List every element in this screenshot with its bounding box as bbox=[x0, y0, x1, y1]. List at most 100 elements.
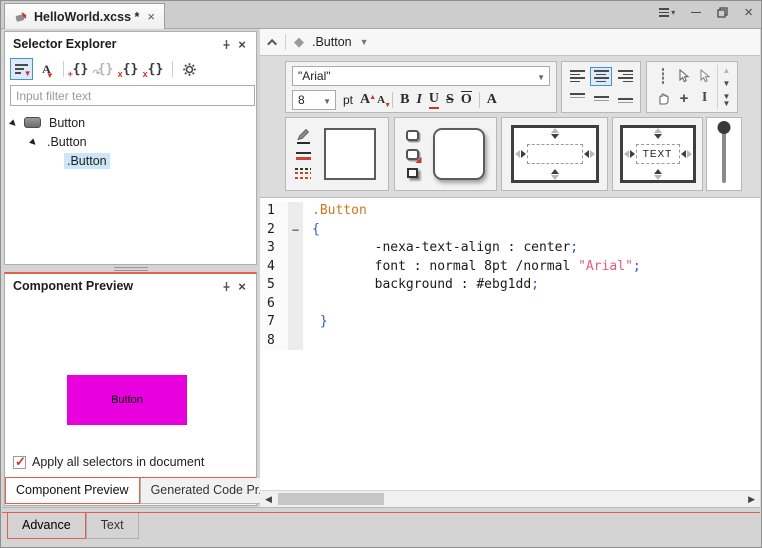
padding-editor-group bbox=[501, 117, 608, 191]
component-preview-header: Component Preview × bbox=[5, 274, 256, 298]
valign-bottom-button[interactable] bbox=[614, 89, 636, 108]
delete-all-selectors-button[interactable]: {}x bbox=[144, 58, 167, 80]
mode-tab[interactable]: Text bbox=[86, 513, 139, 539]
mode-tabs: AdvanceText bbox=[2, 512, 760, 540]
fold-marker[interactable] bbox=[288, 313, 303, 332]
valign-middle-button[interactable] bbox=[590, 89, 612, 108]
slider-knob[interactable] bbox=[718, 121, 731, 134]
rounded-corner-button[interactable] bbox=[406, 130, 419, 141]
edit-border-button[interactable] bbox=[296, 129, 310, 144]
pin-icon[interactable] bbox=[218, 278, 234, 294]
spin-up-icon[interactable]: ▲ bbox=[723, 67, 731, 74]
current-selector-label: .Button bbox=[312, 35, 352, 49]
dashed-lines-button[interactable] bbox=[295, 168, 311, 179]
font-toolbar-group: "Arial" ▼ 8 ▼ pt A▲ A▼ B I U S O A bbox=[285, 61, 557, 113]
scroll-right-icon[interactable]: ▶ bbox=[748, 494, 755, 505]
panel-close-icon[interactable]: × bbox=[234, 36, 250, 52]
bold-button[interactable]: B bbox=[400, 92, 409, 108]
tree-row[interactable]: .Button bbox=[5, 132, 256, 151]
solid-lines-button[interactable] bbox=[296, 152, 311, 160]
text-padding-widget[interactable]: TEXT bbox=[620, 125, 696, 183]
selector-filter-input[interactable] bbox=[10, 85, 255, 106]
panel-close-icon[interactable]: × bbox=[234, 278, 250, 294]
selector-tree[interactable]: Button .Button .Button bbox=[5, 108, 256, 170]
add-selector-button[interactable]: {}+ bbox=[69, 58, 92, 80]
crosshair-plus-icon[interactable]: + bbox=[680, 90, 689, 107]
font-size-value: 8 bbox=[298, 93, 305, 107]
padding-widget[interactable] bbox=[511, 125, 599, 183]
fold-marker[interactable] bbox=[288, 258, 303, 277]
line-number: 4 bbox=[260, 258, 288, 277]
preview-subtab[interactable]: Generated Code Pr... bbox=[140, 478, 280, 504]
strikethrough-button[interactable]: S bbox=[446, 92, 454, 108]
sort-order-button[interactable]: ▼ bbox=[10, 58, 33, 80]
pointer-button[interactable] bbox=[678, 69, 690, 83]
align-left-icon bbox=[570, 70, 585, 82]
panel-splitter[interactable] bbox=[2, 265, 259, 272]
tree-row[interactable]: Button bbox=[5, 113, 256, 132]
preview-button[interactable]: Button bbox=[67, 375, 187, 425]
window-menu-icon[interactable]: ▾ bbox=[659, 8, 675, 17]
pointer-alt-button[interactable] bbox=[699, 69, 711, 83]
alignment-group bbox=[561, 61, 641, 113]
fold-marker[interactable] bbox=[288, 332, 303, 351]
mode-tab[interactable]: Advance bbox=[7, 513, 86, 539]
italic-button[interactable]: I bbox=[416, 92, 421, 108]
minimize-icon[interactable] bbox=[691, 12, 701, 14]
spin-double-down-icon[interactable]: ▼▼ bbox=[723, 93, 731, 107]
code-line: 8 bbox=[260, 332, 760, 351]
apply-selectors-label: Apply all selectors in document bbox=[32, 455, 204, 469]
selector-dropdown-icon[interactable]: ▼ bbox=[360, 37, 369, 47]
document-tab[interactable]: HelloWorld.xcss * × bbox=[4, 3, 165, 29]
fold-marker[interactable] bbox=[288, 295, 303, 314]
font-family-combobox[interactable]: "Arial" ▼ bbox=[292, 66, 550, 86]
pin-icon[interactable] bbox=[218, 36, 234, 52]
increase-font-button[interactable]: A▲ bbox=[360, 92, 370, 108]
align-left-button[interactable] bbox=[566, 67, 588, 86]
sort-alpha-button[interactable]: A▼ bbox=[35, 58, 58, 80]
overline-button[interactable]: O bbox=[461, 91, 472, 108]
spin-down-icon[interactable]: ▼ bbox=[723, 80, 731, 87]
align-right-button[interactable] bbox=[614, 67, 636, 86]
scroll-left-icon[interactable]: ◀ bbox=[265, 494, 272, 505]
tree-expander-icon[interactable] bbox=[31, 138, 39, 146]
corner-preview-box[interactable] bbox=[433, 128, 485, 180]
delete-selector-button[interactable]: {}x bbox=[119, 58, 142, 80]
document-tab-close-icon[interactable]: × bbox=[147, 9, 155, 24]
restore-icon[interactable] bbox=[717, 7, 728, 18]
tree-expander-icon[interactable] bbox=[11, 119, 19, 127]
insert-selector-button[interactable]: {}↷ bbox=[94, 58, 117, 80]
underline-button[interactable]: U bbox=[429, 91, 439, 109]
font-size-combobox[interactable]: 8 ▼ bbox=[292, 90, 336, 110]
code-editor[interactable]: 1 .Button 2 − { 3 -nexa-text-align : cen… bbox=[260, 197, 760, 490]
border-preview-box[interactable] bbox=[324, 128, 376, 180]
fold-marker[interactable] bbox=[288, 202, 303, 221]
code-text: background : #ebg1dd; bbox=[303, 276, 539, 295]
tree-row[interactable]: .Button bbox=[5, 151, 256, 170]
valign-top-button[interactable] bbox=[566, 89, 588, 108]
font-color-button[interactable]: A bbox=[487, 92, 497, 108]
hand-tool-button[interactable] bbox=[656, 91, 670, 105]
fold-marker[interactable] bbox=[288, 276, 303, 295]
app-window: HelloWorld.xcss * × ▾ × Selector Explore… bbox=[0, 0, 762, 548]
slider-track[interactable] bbox=[722, 125, 726, 183]
apply-selectors-checkbox[interactable] bbox=[13, 456, 26, 469]
line-number: 2 bbox=[260, 221, 288, 240]
marquee-select-button[interactable] bbox=[662, 69, 664, 83]
settings-button[interactable] bbox=[178, 58, 201, 80]
horizontal-scrollbar[interactable]: ◀ ▶ bbox=[260, 490, 760, 507]
shadow-button[interactable] bbox=[407, 168, 418, 178]
line-number: 1 bbox=[260, 202, 288, 221]
align-center-button[interactable] bbox=[590, 67, 612, 86]
fold-marker[interactable] bbox=[288, 239, 303, 258]
collapse-toolbar-icon[interactable] bbox=[267, 38, 277, 48]
preview-subtabs: Component PreviewGenerated Code Pr... bbox=[5, 477, 256, 505]
text-ibeam-icon[interactable]: I bbox=[702, 90, 707, 106]
close-icon[interactable]: × bbox=[744, 8, 753, 18]
decrease-font-button[interactable]: A▼ bbox=[377, 92, 385, 108]
scrollbar-thumb[interactable] bbox=[278, 493, 384, 505]
fold-marker[interactable]: − bbox=[288, 221, 303, 240]
preview-subtab[interactable]: Component Preview bbox=[5, 478, 140, 504]
apply-selectors-row: Apply all selectors in document bbox=[13, 455, 204, 469]
rounded-corner-edit-button[interactable]: ◢ bbox=[406, 149, 419, 160]
